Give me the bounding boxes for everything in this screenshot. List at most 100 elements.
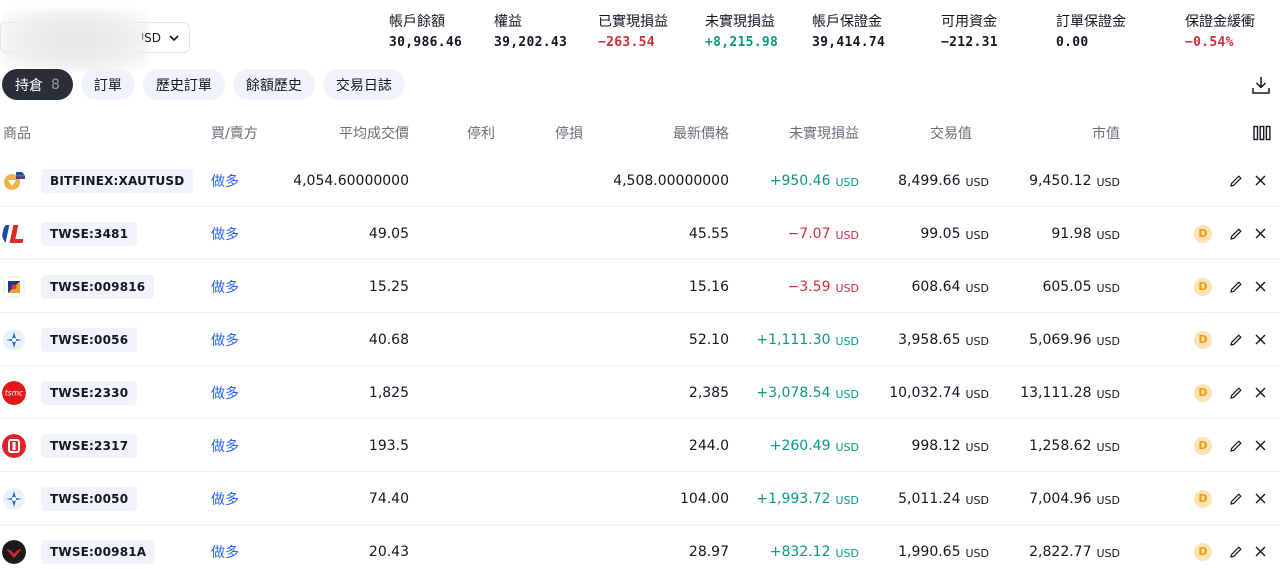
tab-orders[interactable]: 訂單 [80, 69, 135, 100]
account-name-redacted [1, 9, 149, 71]
stat-margin-buffer: 保證金緩衝 −0.54% [1185, 14, 1255, 50]
stat-equity: 權益 39,202.43 [494, 14, 568, 50]
close-icon[interactable] [1254, 366, 1267, 419]
col-header-avg-price[interactable]: 平均成交價 [339, 123, 409, 143]
tab-balance-history[interactable]: 餘額歷史 [232, 69, 315, 100]
pencil-icon[interactable] [1229, 525, 1243, 569]
side-value: 做多 [211, 544, 239, 561]
ticker-chip[interactable]: TWSE:00981A [41, 525, 156, 569]
close-icon[interactable] [1254, 313, 1267, 366]
trade-value-cell: 8,499.66 USD [898, 172, 989, 190]
last-price-value: 28.97 [688, 543, 729, 560]
unrealized-pnl-cell: +260.49 USD [769, 437, 859, 455]
close-icon[interactable] [1254, 472, 1267, 525]
symbol-logo-icon [2, 154, 28, 207]
unrealized-pnl-cell: +1,111.30 USD [756, 331, 859, 349]
ticker-chip[interactable]: TWSE:3481 [41, 207, 138, 260]
trade-value-cell: 608.64 USD [911, 278, 989, 296]
tab-bar: 持倉 8 訂單 歷史訂單 餘額歷史 交易日誌 [2, 69, 405, 100]
unrealized-pnl-cell: −3.59 USD [787, 278, 859, 296]
market-value-cell: 5,069.96 USD [1029, 331, 1120, 349]
col-header-side[interactable]: 買/賣方 [211, 123, 258, 143]
unrealized-pnl-cell: −7.07 USD [787, 225, 859, 243]
col-header-market-value[interactable]: 市值 [1092, 123, 1120, 143]
ticker-chip[interactable]: BITFINEX:XAUTUSD [41, 154, 194, 207]
close-icon[interactable] [1254, 260, 1267, 313]
table-row[interactable]: tsmc TWSE:2330 做多 1,825 2,385 +3,078.54 U… [0, 366, 1280, 419]
unrealized-pnl-cell: +950.46 USD [769, 172, 859, 190]
table-row[interactable]: TWSE:0056 做多 40.68 52.10 +1,111.30 USD 3,… [0, 313, 1280, 366]
dividend-badge-icon[interactable]: D [1194, 260, 1212, 313]
side-value: 做多 [211, 279, 239, 296]
pencil-icon[interactable] [1229, 366, 1243, 419]
stat-account-margin: 帳戶保證金 39,414.74 [812, 14, 886, 50]
side-value: 做多 [211, 491, 239, 508]
ticker-chip[interactable]: TWSE:009816 [41, 260, 155, 313]
unrealized-pnl-cell: +832.12 USD [769, 543, 859, 561]
ticker-chip[interactable]: TWSE:0050 [41, 472, 138, 525]
table-row[interactable]: TWSE:3481 做多 49.05 45.55 −7.07 USD 99.05 U… [0, 207, 1280, 260]
tab-positions[interactable]: 持倉 8 [2, 69, 73, 100]
dividend-badge-icon[interactable]: D [1194, 419, 1212, 472]
trade-value-cell: 1,990.65 USD [898, 543, 989, 561]
table-row[interactable]: TWSE:0050 做多 74.40 104.00 +1,993.72 USD 5… [0, 472, 1280, 525]
pencil-icon[interactable] [1229, 154, 1243, 207]
col-header-stop-loss[interactable]: 停損 [555, 123, 583, 143]
pencil-icon[interactable] [1229, 419, 1243, 472]
avg-price-value: 49.05 [368, 225, 409, 242]
table-row[interactable]: TWSE:2317 做多 193.5 244.0 +260.49 USD 998.… [0, 419, 1280, 472]
ticker-chip[interactable]: TWSE:0056 [41, 313, 138, 366]
stat-order-margin: 訂單保證金 0.00 [1056, 14, 1126, 50]
dividend-badge-icon[interactable]: D [1194, 366, 1212, 419]
col-header-last-price[interactable]: 最新價格 [673, 123, 729, 143]
avg-price-value: 74.40 [368, 490, 409, 507]
close-icon[interactable] [1254, 154, 1267, 207]
side-value: 做多 [211, 173, 239, 190]
stat-account-balance: 帳戶餘額 30,986.46 [389, 14, 463, 50]
dividend-badge-icon[interactable]: D [1194, 313, 1212, 366]
stat-unrealized-pnl: 未實現損益 +8,215.98 [705, 14, 779, 50]
col-header-trade-value[interactable]: 交易值 [930, 123, 972, 143]
chevron-down-icon [169, 34, 179, 41]
market-value-cell: 13,111.28 USD [1020, 384, 1120, 402]
columns-icon[interactable] [1253, 125, 1271, 141]
unrealized-pnl-cell: +1,993.72 USD [756, 490, 859, 508]
table-row[interactable]: TWSE:009816 做多 15.25 15.16 −3.59 USD 608.… [0, 260, 1280, 313]
pencil-icon[interactable] [1229, 260, 1243, 313]
side-value: 做多 [211, 226, 239, 243]
trade-value-cell: 998.12 USD [911, 437, 989, 455]
symbol-logo-icon: tsmc [2, 366, 28, 419]
avg-price-value: 20.43 [368, 543, 409, 560]
ticker-chip[interactable]: TWSE:2317 [41, 419, 138, 472]
avg-price-value: 40.68 [368, 331, 409, 348]
table-row[interactable]: TWSE:00981A 做多 20.43 28.97 +832.12 USD 1,… [0, 525, 1280, 569]
tab-order-history[interactable]: 歷史訂單 [142, 69, 225, 100]
ticker-chip[interactable]: TWSE:2330 [41, 366, 138, 419]
download-icon[interactable] [1251, 75, 1271, 95]
pencil-icon[interactable] [1229, 472, 1243, 525]
close-icon[interactable] [1254, 419, 1267, 472]
market-value-cell: 605.05 USD [1042, 278, 1120, 296]
account-selector[interactable]: USD [0, 9, 190, 71]
side-value: 做多 [211, 385, 239, 402]
col-header-product[interactable]: 商品 [3, 123, 31, 143]
pencil-icon[interactable] [1229, 207, 1243, 260]
pencil-icon[interactable] [1229, 313, 1243, 366]
close-icon[interactable] [1254, 207, 1267, 260]
side-value: 做多 [211, 438, 239, 455]
table-row[interactable]: BITFINEX:XAUTUSD 做多 4,054.60000000 4,508… [0, 154, 1280, 207]
close-icon[interactable] [1254, 525, 1267, 569]
dividend-badge-icon[interactable]: D [1194, 525, 1212, 569]
dividend-badge-icon[interactable]: D [1194, 472, 1212, 525]
market-value-cell: 2,822.77 USD [1029, 543, 1120, 561]
last-price-value: 52.10 [688, 331, 729, 348]
col-header-unrealized-pnl[interactable]: 未實現損益 [789, 123, 859, 143]
tab-trade-journal[interactable]: 交易日誌 [322, 69, 405, 100]
market-value-cell: 9,450.12 USD [1029, 172, 1120, 190]
last-price-value: 15.16 [688, 278, 729, 295]
positions-count: 8 [51, 76, 60, 93]
trade-value-cell: 3,958.65 USD [898, 331, 989, 349]
col-header-take-profit[interactable]: 停利 [467, 123, 495, 143]
unrealized-pnl-cell: +3,078.54 USD [756, 384, 859, 402]
dividend-badge-icon[interactable]: D [1194, 207, 1212, 260]
